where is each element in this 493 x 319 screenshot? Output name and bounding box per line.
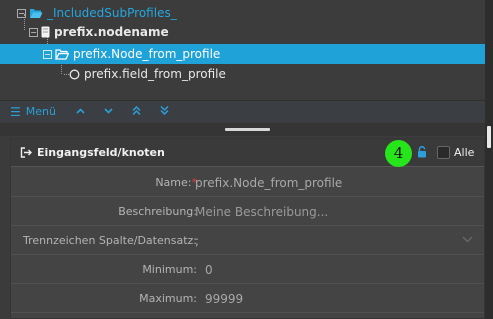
description-label: Beschreibung: [118, 205, 197, 218]
unlock-icon[interactable] [417, 145, 427, 161]
menu-label: Menü [25, 105, 56, 118]
hamburger-icon: ☰ [10, 104, 21, 119]
tree-panel: − _IncludedSubProfiles_ − prefix.nodenam… [0, 0, 485, 96]
name-label: Name:* [155, 176, 197, 189]
chevron-down-icon[interactable] [462, 233, 473, 246]
separator-select[interactable] [195, 231, 445, 251]
splitter-grip[interactable] [225, 128, 270, 131]
tree-item-label: _IncludedSubProfiles_ [47, 6, 177, 20]
tree-item-included-subprofiles[interactable]: − _IncludedSubProfiles_ [0, 3, 485, 23]
collapse-toggle-icon[interactable]: − [43, 49, 52, 59]
panel-header: Eingangsfeld/knoten 4 Alle [11, 139, 484, 167]
step-badge: 4 [385, 140, 412, 167]
circle-icon [69, 69, 80, 80]
tree-item-label: prefix.Node_from_profile [73, 47, 221, 61]
tree-item-label: prefix.field_from_profile [84, 67, 226, 81]
minimum-input[interactable] [205, 260, 475, 280]
chevron-up-icon[interactable] [70, 106, 92, 117]
form-row-description: Beschreibung: [11, 197, 484, 226]
file-icon [41, 26, 50, 38]
panel-splitter[interactable] [0, 123, 485, 136]
all-label: Alle [454, 146, 475, 159]
sign-out-icon [20, 147, 32, 158]
maximum-label: Maximum: [139, 292, 197, 305]
panel-title: Eingangsfeld/knoten [37, 146, 165, 159]
tree-toolbar: ☰ Menü [0, 100, 485, 122]
all-checkbox[interactable] [437, 146, 450, 159]
collapse-toggle-icon[interactable]: − [29, 27, 38, 37]
tree-item-nodename[interactable]: − prefix.nodename [0, 22, 485, 42]
scrollbar-track[interactable] [485, 0, 493, 319]
name-label-text: Name: [155, 176, 192, 189]
form-row-minimum: Minimum: [11, 255, 484, 284]
form-row-maximum: Maximum: [11, 284, 484, 313]
folder-open-icon [55, 48, 69, 60]
form-row-separator: Trennzeichen Spalte/Datensatz: [11, 226, 484, 255]
input-node-panel: Eingangsfeld/knoten 4 Alle Name:* Beschr… [10, 138, 485, 319]
description-input[interactable] [195, 202, 465, 222]
collapse-toggle-icon[interactable]: − [17, 8, 26, 18]
tree-item-node-from-profile[interactable]: − prefix.Node_from_profile [0, 44, 485, 64]
maximum-input[interactable] [205, 289, 475, 309]
form-row-name: Name:* [11, 168, 484, 197]
name-input[interactable] [195, 173, 465, 193]
menu-button[interactable]: ☰ Menü [10, 105, 56, 119]
chevron-down-icon[interactable] [98, 106, 120, 117]
separator-label: Trennzeichen Spalte/Datensatz: [22, 234, 197, 247]
double-chevron-up-icon[interactable] [126, 105, 148, 118]
minimum-label: Minimum: [142, 263, 197, 276]
double-chevron-down-icon[interactable] [154, 105, 176, 118]
scrollbar-thumb[interactable] [487, 126, 491, 148]
tree-item-field-from-profile[interactable]: prefix.field_from_profile [0, 64, 485, 84]
tree-item-label: prefix.nodename [54, 25, 169, 39]
folder-open-icon [29, 8, 43, 19]
